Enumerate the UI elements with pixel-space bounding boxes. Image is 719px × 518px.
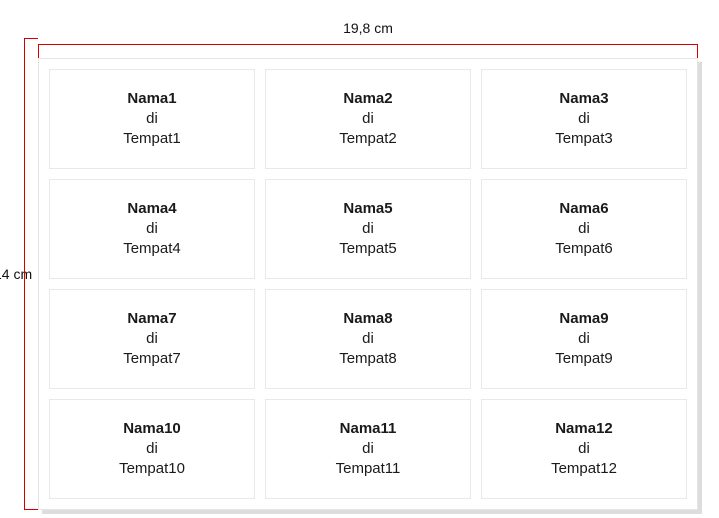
cell-name: Nama2 — [343, 89, 392, 109]
cell-name: Nama6 — [559, 199, 608, 219]
diagram-stage: 19,8 cm Nama1 di Tempat1 Nama2 di Tempat… — [38, 20, 698, 510]
cell-name: Nama4 — [127, 199, 176, 219]
height-dimension: 14 cm — [0, 38, 38, 510]
label-cell: Nama5 di Tempat5 — [265, 179, 471, 279]
cell-place: Tempat5 — [339, 239, 397, 259]
width-label: 19,8 cm — [343, 20, 393, 36]
cell-name: Nama7 — [127, 309, 176, 329]
cell-name: Nama12 — [555, 419, 613, 439]
cell-place: Tempat6 — [555, 239, 613, 259]
cell-connector: di — [146, 109, 158, 129]
cell-connector: di — [146, 439, 158, 459]
cell-connector: di — [578, 329, 590, 349]
cell-name: Nama1 — [127, 89, 176, 109]
label-cell: Nama1 di Tempat1 — [49, 69, 255, 169]
cell-name: Nama10 — [123, 419, 181, 439]
cell-place: Tempat4 — [123, 239, 181, 259]
height-bracket — [24, 38, 38, 510]
label-cell: Nama8 di Tempat8 — [265, 289, 471, 389]
label-cell: Nama6 di Tempat6 — [481, 179, 687, 279]
cell-place: Tempat1 — [123, 129, 181, 149]
cell-place: Tempat2 — [339, 129, 397, 149]
label-cell: Nama11 di Tempat11 — [265, 399, 471, 499]
label-cell: Nama2 di Tempat2 — [265, 69, 471, 169]
cell-name: Nama11 — [340, 419, 397, 439]
label-cell: Nama10 di Tempat10 — [49, 399, 255, 499]
cell-place: Tempat7 — [123, 349, 181, 369]
width-bracket — [38, 44, 698, 58]
cell-connector: di — [362, 219, 374, 239]
cell-connector: di — [362, 109, 374, 129]
cell-connector: di — [578, 109, 590, 129]
cell-place: Tempat11 — [336, 459, 401, 479]
cell-connector: di — [578, 439, 590, 459]
label-cell: Nama12 di Tempat12 — [481, 399, 687, 499]
cell-place: Tempat12 — [551, 459, 617, 479]
cell-name: Nama3 — [559, 89, 608, 109]
cell-place: Tempat8 — [339, 349, 397, 369]
cell-connector: di — [362, 439, 374, 459]
cell-place: Tempat3 — [555, 129, 613, 149]
label-cell: Nama3 di Tempat3 — [481, 69, 687, 169]
cell-connector: di — [362, 329, 374, 349]
cell-connector: di — [146, 329, 158, 349]
label-sheet: Nama1 di Tempat1 Nama2 di Tempat2 Nama3 … — [38, 58, 698, 510]
cell-connector: di — [578, 219, 590, 239]
cell-name: Nama9 — [559, 309, 608, 329]
cell-name: Nama5 — [343, 199, 392, 219]
label-cell: Nama7 di Tempat7 — [49, 289, 255, 389]
label-cell: Nama9 di Tempat9 — [481, 289, 687, 389]
cell-name: Nama8 — [343, 309, 392, 329]
label-cell: Nama4 di Tempat4 — [49, 179, 255, 279]
cell-connector: di — [146, 219, 158, 239]
cell-place: Tempat10 — [119, 459, 185, 479]
cell-place: Tempat9 — [555, 349, 613, 369]
